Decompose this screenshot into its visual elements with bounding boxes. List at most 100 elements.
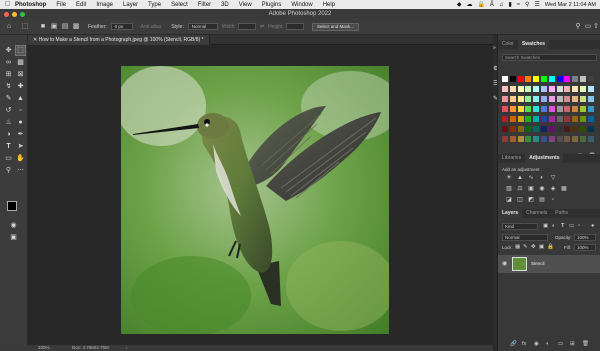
swatch[interactable] [509, 106, 516, 112]
filter-shape-icon[interactable]: ▭ [569, 223, 574, 229]
menu-file[interactable]: File [56, 2, 66, 8]
swatch[interactable] [533, 96, 540, 102]
swatch[interactable] [548, 76, 555, 82]
lock-icon[interactable]: 🔒 [477, 1, 484, 8]
threshold-icon[interactable]: ◩ [528, 197, 534, 203]
antialias-checkbox[interactable]: Anti-alias [141, 24, 162, 30]
black-white-icon[interactable]: ▣ [528, 186, 534, 192]
fill-input[interactable]: 100% [574, 244, 596, 251]
rectangular-marquee-tool-icon[interactable]: ⬚ [15, 45, 26, 56]
quick-mask-icon[interactable]: ◉ [9, 221, 18, 230]
move-tool-icon[interactable]: ✥ [4, 46, 13, 55]
type-tool-icon[interactable]: T [4, 142, 13, 151]
swatch[interactable] [556, 116, 563, 122]
channel-mixer-icon[interactable]: ◈ [550, 186, 556, 192]
history-brush-tool-icon[interactable]: ↺ [4, 106, 13, 115]
swatch[interactable] [580, 96, 586, 102]
minimize-window-button[interactable] [12, 11, 17, 17]
more-tools-icon[interactable]: ⋯ [16, 166, 25, 175]
swatch[interactable] [525, 136, 532, 142]
swatch[interactable] [517, 116, 524, 122]
swatch[interactable] [502, 116, 508, 122]
hummingbird-photo[interactable] [121, 66, 389, 334]
swatch[interactable] [548, 96, 555, 102]
eraser-tool-icon[interactable]: ▫ [16, 106, 25, 115]
filter-pixel-icon[interactable]: ▣ [543, 223, 548, 229]
swatch[interactable] [509, 116, 516, 122]
swatch[interactable] [533, 116, 540, 122]
lock-artboard-icon[interactable]: ▣ [539, 244, 544, 250]
marquee-tool-icon[interactable]: ⬚ [21, 23, 29, 31]
swatch[interactable] [587, 76, 594, 82]
color-balance-icon[interactable]: ⚖ [517, 186, 523, 192]
swatch[interactable] [525, 106, 532, 112]
swatch[interactable] [556, 96, 563, 102]
swatch[interactable] [556, 86, 563, 92]
dodge-tool-icon[interactable]: ◑ [4, 130, 13, 139]
blend-mode-select[interactable]: Normal [502, 234, 548, 241]
add-mask-icon[interactable]: ◉ [534, 341, 539, 347]
swatch[interactable] [525, 116, 532, 122]
swatch[interactable] [587, 96, 594, 102]
swatch[interactable] [587, 126, 594, 132]
swatch[interactable] [509, 96, 516, 102]
tab-libraries[interactable]: Libraries [498, 154, 525, 163]
swatch[interactable] [533, 86, 540, 92]
photo-filter-icon[interactable]: ◉ [539, 186, 545, 192]
layer-visibility-eye-icon[interactable]: ◉ [502, 260, 507, 267]
swatch[interactable] [509, 136, 516, 142]
tab-paths[interactable]: Paths [551, 209, 572, 218]
width-input[interactable] [237, 23, 256, 30]
swatch[interactable] [548, 116, 555, 122]
lock-all-icon[interactable]: 🔒 [547, 244, 554, 250]
menu-view[interactable]: View [239, 2, 252, 8]
filter-type-icon[interactable]: T [561, 223, 564, 229]
menu-type[interactable]: Type [148, 2, 161, 8]
swatch[interactable] [541, 136, 547, 142]
frame-tool-icon[interactable]: ⊠ [16, 70, 25, 79]
swatch[interactable] [502, 76, 508, 82]
swatch[interactable] [502, 106, 508, 112]
swatch[interactable] [564, 106, 571, 112]
swatch[interactable] [541, 86, 547, 92]
menu-3d[interactable]: 3D [221, 2, 229, 8]
swatches-search-input[interactable]: Search Swatches [502, 54, 597, 61]
swatch[interactable] [572, 86, 579, 92]
vibrance-icon[interactable]: ▽ [550, 175, 556, 181]
swatch[interactable] [517, 86, 524, 92]
new-layer-icon[interactable]: ⊞ [570, 341, 575, 347]
opacity-input[interactable]: 100% [574, 234, 596, 241]
swatch[interactable] [564, 136, 571, 142]
layer-row[interactable]: ◉ Stencil [498, 255, 600, 273]
swatch[interactable] [533, 126, 540, 132]
swatch[interactable] [533, 76, 540, 82]
height-input[interactable] [285, 23, 304, 30]
swatch[interactable] [502, 136, 508, 142]
swatch[interactable] [564, 96, 571, 102]
zoom-tool-icon[interactable]: ⚲ [4, 166, 13, 175]
zoom-window-button[interactable] [20, 11, 25, 17]
feather-input[interactable]: 0 px [110, 23, 133, 30]
swatch[interactable] [517, 96, 524, 102]
add-selection-icon[interactable]: ▣ [50, 23, 58, 31]
pen-tool-icon[interactable]: ✒ [16, 130, 25, 139]
search-icon[interactable]: ⚲ [574, 23, 582, 31]
paint-bucket-tool-icon[interactable]: ♨ [4, 118, 13, 127]
zoom-level[interactable]: 100% [38, 345, 50, 351]
swatch[interactable] [556, 136, 563, 142]
menu-help[interactable]: Help [323, 2, 335, 8]
swatch[interactable] [548, 136, 555, 142]
selective-color-icon[interactable]: ▫ [550, 197, 556, 203]
swatch[interactable] [502, 96, 508, 102]
new-selection-icon[interactable]: ■ [39, 23, 47, 31]
swatch[interactable] [525, 96, 532, 102]
workspace-icon[interactable]: ▭ [584, 23, 592, 31]
battery-icon[interactable]: ▮ [508, 1, 511, 8]
swatch[interactable] [580, 76, 586, 82]
control-center-icon[interactable]: ☰ [534, 1, 539, 8]
bluetooth-icon[interactable]: Å [490, 2, 494, 8]
swatch[interactable] [572, 96, 579, 102]
invert-icon[interactable]: ◪ [506, 197, 512, 203]
hand-tool-icon[interactable]: ✋ [16, 154, 25, 163]
share-icon[interactable]: ⇧ [592, 23, 600, 31]
